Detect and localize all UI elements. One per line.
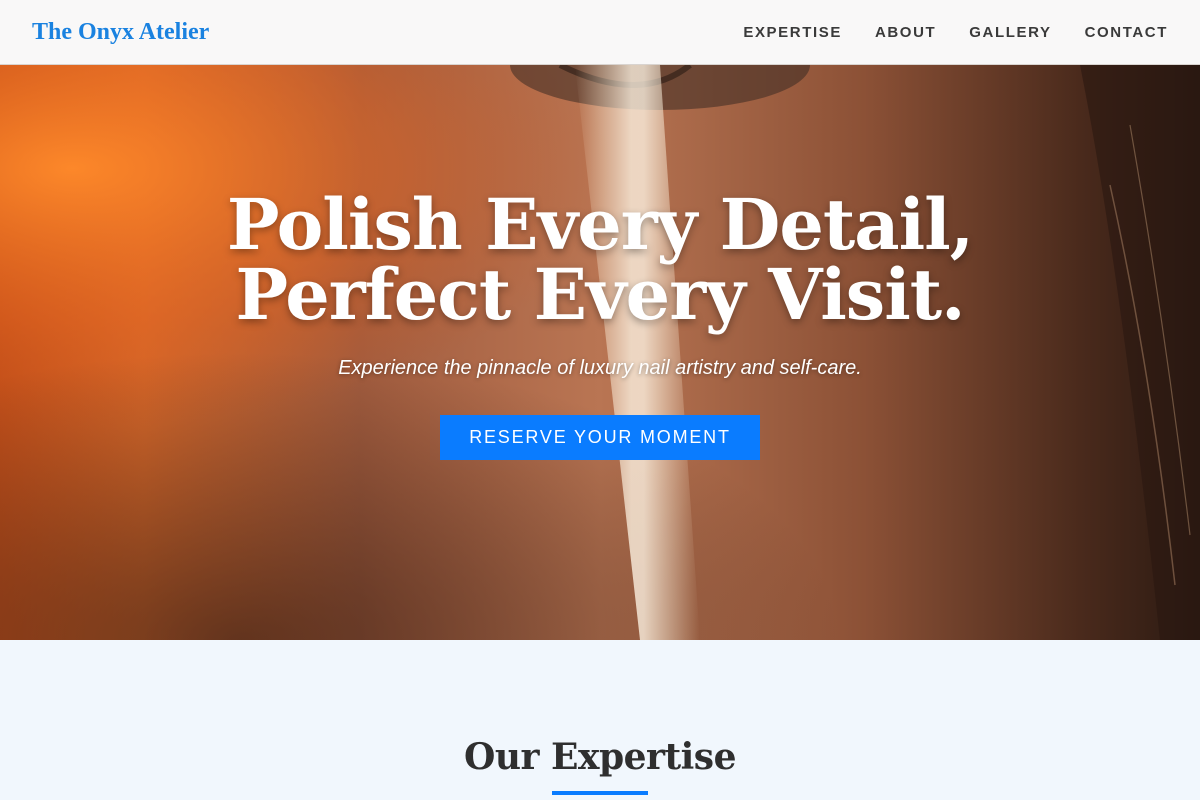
hero-title-line-1: Polish Every Detail, — [226, 183, 974, 266]
expertise-title: Our Expertise — [464, 736, 736, 778]
title-underline — [552, 791, 648, 795]
hero-title-line-2: Perfect Every Visit. — [235, 253, 965, 336]
nav-link-about[interactable]: ABOUT — [875, 24, 936, 41]
hero-title: Polish Every Detail, Perfect Every Visit… — [0, 190, 1200, 330]
main-nav: EXPERTISE ABOUT GALLERY CONTACT — [743, 24, 1168, 41]
hero-content: Polish Every Detail, Perfect Every Visit… — [0, 65, 1200, 640]
brand-logo-link[interactable]: The Onyx Atelier — [32, 19, 209, 46]
nav-link-expertise[interactable]: EXPERTISE — [743, 24, 842, 41]
hero-section: Polish Every Detail, Perfect Every Visit… — [0, 65, 1200, 640]
reserve-button[interactable]: RESERVE YOUR MOMENT — [440, 415, 760, 460]
expertise-section: Our Expertise — [0, 640, 1200, 800]
site-header: The Onyx Atelier EXPERTISE ABOUT GALLERY… — [0, 0, 1200, 65]
nav-link-gallery[interactable]: GALLERY — [969, 24, 1051, 41]
hero-subtitle: Experience the pinnacle of luxury nail a… — [338, 357, 862, 379]
nav-link-contact[interactable]: CONTACT — [1085, 24, 1168, 41]
